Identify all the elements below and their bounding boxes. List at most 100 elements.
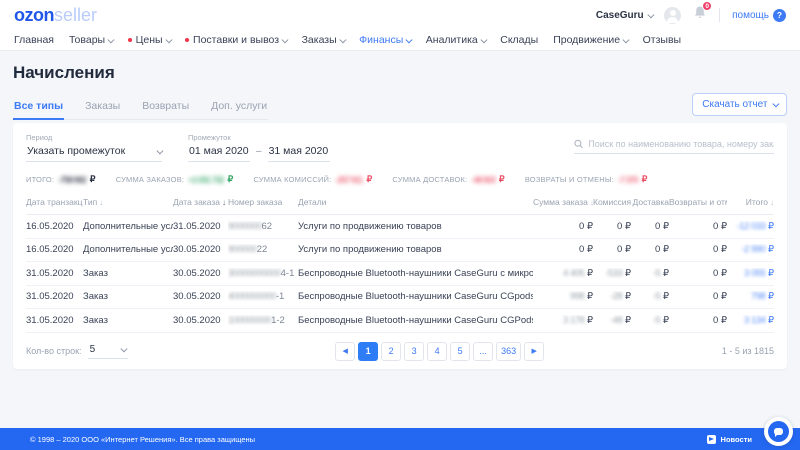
date-to-input[interactable]: 31 мая 2020 <box>268 144 330 162</box>
prev-page-button[interactable]: ◀ <box>335 342 355 361</box>
alert-dot-icon <box>128 38 132 42</box>
nav-item-otzyvy[interactable]: Отзывы <box>643 34 681 46</box>
cell-total: 3 134 ₽ <box>727 315 774 326</box>
page-title: Начисления <box>13 63 787 83</box>
col-delivery: Доставка <box>631 197 669 207</box>
col-order-number: Номер заказа <box>228 197 298 207</box>
page-ellipsis[interactable]: ... <box>473 342 493 361</box>
cell-details: Услуги по продвижению товаров <box>298 244 533 255</box>
redacted-amount: +1 031 732 <box>188 175 223 185</box>
cell-order-sum: 3 178 ₽ <box>533 315 593 326</box>
cell-commission: -48 ₽ <box>593 315 631 326</box>
cell-order-date: 30.05.2020 <box>173 244 228 255</box>
tab-bar: Все типы Заказы Возвраты Доп. услуги <box>13 97 268 120</box>
date-from-input[interactable]: 01 мая 2020 <box>188 144 250 162</box>
cell-order-date: 31.05.2020 <box>173 221 228 232</box>
table-row[interactable]: 31.05.2020 Заказ 30.05.2020 300000000004… <box>26 262 774 286</box>
range-field: Промежуток 01 мая 2020 – 31 мая 2020 <box>188 133 330 162</box>
totals-summary: ИТОГО: -758 992 ₽ СУММА ЗАКАЗОВ: +1 031 … <box>26 174 774 185</box>
table-row[interactable]: 31.05.2020 Заказ 30.05.2020 1000000001-2… <box>26 309 774 333</box>
redacted-amount: -28 <box>610 291 622 302</box>
col-total[interactable]: Итого↓ <box>727 197 774 207</box>
period-select[interactable]: Указать промежуток <box>26 144 162 162</box>
account-menu[interactable]: CaseGuru <box>596 10 652 21</box>
cell-order-sum: 0 ₽ <box>533 244 593 255</box>
col-commission: Комиссия <box>593 197 631 207</box>
cell-returns: 0 ₽ <box>669 268 727 279</box>
page-button-1[interactable]: 1 <box>358 342 378 361</box>
chat-fab-button[interactable] <box>764 417 793 446</box>
col-order-date[interactable]: Дата заказа↓ <box>173 197 228 207</box>
next-page-button[interactable]: ▶ <box>524 342 544 361</box>
redacted-amount: -5 <box>653 268 660 279</box>
tab-all-types[interactable]: Все типы <box>13 97 64 120</box>
chevron-down-icon <box>108 36 114 42</box>
search-input[interactable] <box>588 139 774 149</box>
sort-arrow-icon: ↓ <box>99 198 103 207</box>
page-button-2[interactable]: 2 <box>381 342 401 361</box>
page-button-5[interactable]: 5 <box>450 342 470 361</box>
tab-orders[interactable]: Заказы <box>84 97 121 120</box>
footer: © 1998 – 2020 ООО «Интернет Решения». Вс… <box>0 428 800 450</box>
redacted-amount: -48 <box>610 315 622 326</box>
cell-delivery: -5 ₽ <box>631 315 669 326</box>
redacted-amount: 998 <box>570 291 584 302</box>
cell-type: Заказ <box>83 291 173 302</box>
help-link[interactable]: помощь ? <box>732 9 786 22</box>
table-row[interactable]: 16.05.2020 Дополнительные услуги 31.05.2… <box>26 215 774 239</box>
table-row[interactable]: 31.05.2020 Заказ 30.05.2020 4000000000-1… <box>26 286 774 310</box>
redacted-order-number: 4000000000 <box>228 291 276 302</box>
accruals-panel: Период Указать промежуток Промежуток 01 … <box>13 123 787 369</box>
alert-dot-icon <box>185 38 189 42</box>
cell-transaction-date: 31.05.2020 <box>26 315 83 326</box>
nav-item-prodvizhenie[interactable]: Продвижение <box>553 34 627 46</box>
chevron-down-icon <box>406 36 412 42</box>
nav-item-tseny[interactable]: Цены <box>128 34 170 46</box>
tab-returns[interactable]: Возвраты <box>141 97 190 120</box>
nav-item-zakazy[interactable]: Заказы <box>302 34 345 46</box>
chat-bubble-icon <box>768 421 789 442</box>
account-name: CaseGuru <box>596 10 644 21</box>
nav-item-glavnaya[interactable]: Главная <box>14 34 54 46</box>
page-button-3[interactable]: 3 <box>404 342 424 361</box>
cell-total: -12 033 ₽ <box>727 221 774 232</box>
top-bar: ozonseller CaseGuru 0 помощь ? <box>0 0 800 30</box>
nav-item-sklady[interactable]: Склады <box>500 34 538 46</box>
page-button-363[interactable]: 363 <box>496 342 521 361</box>
redacted-amount: -7 370 <box>618 175 638 185</box>
redacted-amount: -5 <box>653 315 660 326</box>
cell-commission: 0 ₽ <box>593 221 631 232</box>
nav-item-finansy[interactable]: Финансы <box>359 34 411 46</box>
cell-order-number: 1000000001-2 <box>228 315 298 326</box>
table-row[interactable]: 16.05.2020 Дополнительные услуги 30.05.2… <box>26 239 774 263</box>
notifications-button[interactable]: 0 <box>693 5 707 25</box>
cell-details: Услуги по продвижению товаров <box>298 221 533 232</box>
tab-extra-services[interactable]: Доп. услуги <box>210 97 268 120</box>
user-avatar-icon[interactable] <box>664 7 681 24</box>
news-link[interactable]: Новости <box>707 435 752 444</box>
chevron-down-icon <box>772 101 778 107</box>
redacted-amount: -758 992 <box>58 175 86 185</box>
download-report-button[interactable]: Скачать отчет <box>692 93 787 116</box>
cell-delivery: -5 ₽ <box>631 291 669 302</box>
ozon-seller-logo[interactable]: ozonseller <box>14 6 97 24</box>
nav-item-tovary[interactable]: Товары <box>69 34 113 46</box>
nav-item-analitika[interactable]: Аналитика <box>426 34 485 46</box>
cell-order-number: 4000000000-1 <box>228 291 298 302</box>
chevron-down-icon <box>647 11 653 17</box>
redacted-total: 798 <box>751 291 765 302</box>
col-returns: Возвраты и отмены <box>669 197 727 207</box>
main-nav: Главная Товары Цены Поставки и вывоз Зак… <box>0 30 800 51</box>
page-button-4[interactable]: 4 <box>427 342 447 361</box>
chevron-down-icon <box>156 147 162 153</box>
col-order-sum[interactable]: Сумма заказа↓ <box>533 197 593 207</box>
nav-item-postavki[interactable]: Поставки и вывоз <box>185 34 287 46</box>
cell-order-date: 30.05.2020 <box>173 291 228 302</box>
col-details: Детали <box>298 197 533 207</box>
telegram-icon <box>707 435 716 444</box>
rows-per-page-select[interactable]: 5 <box>88 344 128 359</box>
cell-order-number: 90000022 <box>228 244 298 255</box>
col-type[interactable]: Тип↓ <box>83 197 173 207</box>
pager: ◀ 1 2 3 4 5 ... 363 ▶ <box>335 342 544 361</box>
search-field[interactable] <box>574 139 774 154</box>
